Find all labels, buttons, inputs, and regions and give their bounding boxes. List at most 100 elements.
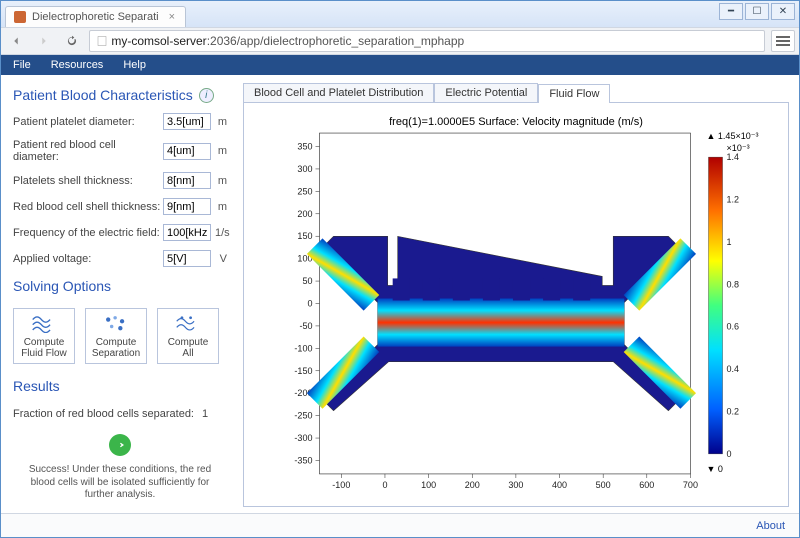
svg-text:300: 300 xyxy=(297,164,312,174)
tab-close-icon[interactable]: × xyxy=(169,12,179,22)
field-unit: V xyxy=(211,253,227,265)
compute-fluid-flow-button[interactable]: Compute Fluid Flow xyxy=(13,308,75,364)
tab-blood-cell-distribution[interactable]: Blood Cell and Platelet Distribution xyxy=(243,83,434,102)
section-solving-options: Solving Options xyxy=(13,278,227,294)
plot-title: freq(1)=1.0000E5 Surface: Velocity magni… xyxy=(389,116,643,128)
section-patient-characteristics-label: Patient Blood Characteristics xyxy=(13,87,193,103)
svg-text:0.8: 0.8 xyxy=(727,279,740,289)
page-icon xyxy=(96,35,108,47)
forward-button[interactable] xyxy=(33,30,55,52)
favicon-icon xyxy=(14,11,26,23)
success-icon xyxy=(109,434,131,456)
field-frequency-label: Frequency of the electric field: xyxy=(13,227,163,239)
waves-dots-icon xyxy=(175,313,201,333)
sidebar: Patient Blood Characteristics i Patient … xyxy=(1,75,239,513)
result-value: 1 xyxy=(202,408,208,420)
menu-help[interactable]: Help xyxy=(113,57,156,73)
velocity-plot: freq(1)=1.0000E5 Surface: Velocity magni… xyxy=(252,111,780,502)
svg-text:400: 400 xyxy=(552,480,567,490)
svg-text:150: 150 xyxy=(297,231,312,241)
svg-text:250: 250 xyxy=(297,186,312,196)
waves-icon xyxy=(31,313,57,333)
svg-text:-100: -100 xyxy=(332,480,350,490)
compute-fluid-flow-label: Compute Fluid Flow xyxy=(21,337,67,359)
svg-text:200: 200 xyxy=(465,480,480,490)
app-menubar: File Resources Help xyxy=(1,55,799,75)
svg-text:-250: -250 xyxy=(294,411,312,421)
about-link[interactable]: About xyxy=(756,520,785,532)
svg-text:200: 200 xyxy=(297,209,312,219)
url-field[interactable]: my-comsol-server:2036/app/dielectrophore… xyxy=(89,30,765,52)
compute-separation-label: Compute Separation xyxy=(92,337,140,359)
field-platelet-shell-label: Platelets shell thickness: xyxy=(13,175,163,187)
url-rest: :2036/app/dielectrophoretic_separation_m… xyxy=(207,34,465,48)
reload-button[interactable] xyxy=(61,30,83,52)
particles-icon xyxy=(103,313,129,333)
browser-titlebar: Dielectrophoretic Separati × ━ ☐ ✕ xyxy=(1,1,799,27)
plot-tabstrip: Blood Cell and Platelet Distribution Ele… xyxy=(243,81,789,103)
svg-text:100: 100 xyxy=(421,480,436,490)
browser-tab[interactable]: Dielectrophoretic Separati × xyxy=(5,6,186,27)
close-button[interactable]: ✕ xyxy=(771,3,795,20)
field-platelet-shell-input[interactable] xyxy=(163,172,211,189)
svg-text:700: 700 xyxy=(683,480,698,490)
minimize-button[interactable]: ━ xyxy=(719,3,743,20)
svg-text:0: 0 xyxy=(307,299,312,309)
result-label: Fraction of red blood cells separated: xyxy=(13,408,194,420)
colorbar-max: ▲ 1.45×10⁻³ xyxy=(706,131,758,141)
svg-text:1.2: 1.2 xyxy=(727,195,740,205)
field-rbc-diameter-label: Patient red blood cell diameter: xyxy=(13,139,163,163)
svg-text:0.2: 0.2 xyxy=(727,406,740,416)
field-unit: 1/s xyxy=(211,227,227,239)
svg-text:-350: -350 xyxy=(294,455,312,465)
svg-text:500: 500 xyxy=(596,480,611,490)
svg-text:-100: -100 xyxy=(294,343,312,353)
svg-text:350: 350 xyxy=(297,142,312,152)
field-voltage-input[interactable] xyxy=(163,250,211,267)
info-icon[interactable]: i xyxy=(199,88,214,103)
maximize-button[interactable]: ☐ xyxy=(745,3,769,20)
compute-all-label: Compute All xyxy=(168,337,209,359)
plot-panel: freq(1)=1.0000E5 Surface: Velocity magni… xyxy=(243,103,789,507)
section-patient-characteristics: Patient Blood Characteristics i xyxy=(13,87,227,103)
svg-text:-150: -150 xyxy=(294,366,312,376)
tab-electric-potential[interactable]: Electric Potential xyxy=(434,83,538,102)
section-results: Results xyxy=(13,378,227,394)
field-unit: m xyxy=(211,145,227,157)
svg-text:-50: -50 xyxy=(299,321,312,331)
svg-text:1: 1 xyxy=(727,237,732,247)
svg-text:-300: -300 xyxy=(294,433,312,443)
svg-text:0: 0 xyxy=(382,480,387,490)
svg-text:300: 300 xyxy=(508,480,523,490)
field-unit: m xyxy=(211,116,227,128)
colorbar-min: ▼ 0 xyxy=(706,464,722,474)
svg-text:1.4: 1.4 xyxy=(727,152,740,162)
field-frequency-input[interactable] xyxy=(163,224,211,241)
menu-resources[interactable]: Resources xyxy=(41,57,114,73)
field-rbc-shell-label: Red blood cell shell thickness: xyxy=(13,201,163,213)
menu-file[interactable]: File xyxy=(3,57,41,73)
svg-text:0: 0 xyxy=(727,449,732,459)
browser-address-bar: my-comsol-server:2036/app/dielectrophore… xyxy=(1,27,799,55)
tab-fluid-flow[interactable]: Fluid Flow xyxy=(538,84,610,103)
compute-all-button[interactable]: Compute All xyxy=(157,308,219,364)
tab-title: Dielectrophoretic Separati xyxy=(32,11,159,23)
svg-text:600: 600 xyxy=(639,480,654,490)
svg-text:0.4: 0.4 xyxy=(727,364,740,374)
window-controls: ━ ☐ ✕ xyxy=(719,3,795,20)
field-rbc-shell-input[interactable] xyxy=(163,198,211,215)
field-platelet-diameter-label: Patient platelet diameter: xyxy=(13,116,163,128)
footer: About xyxy=(1,513,799,537)
field-unit: m xyxy=(211,201,227,213)
field-rbc-diameter-input[interactable] xyxy=(163,143,211,160)
field-unit: m xyxy=(211,175,227,187)
svg-text:50: 50 xyxy=(302,276,312,286)
success-text: Success! Under these conditions, the red… xyxy=(19,464,221,502)
browser-menu-button[interactable] xyxy=(771,30,795,52)
compute-separation-button[interactable]: Compute Separation xyxy=(85,308,147,364)
url-host: my-comsol-server xyxy=(111,34,206,48)
svg-text:0.6: 0.6 xyxy=(727,322,740,332)
back-button[interactable] xyxy=(5,30,27,52)
field-voltage-label: Applied voltage: xyxy=(13,253,163,265)
field-platelet-diameter-input[interactable] xyxy=(163,113,211,130)
